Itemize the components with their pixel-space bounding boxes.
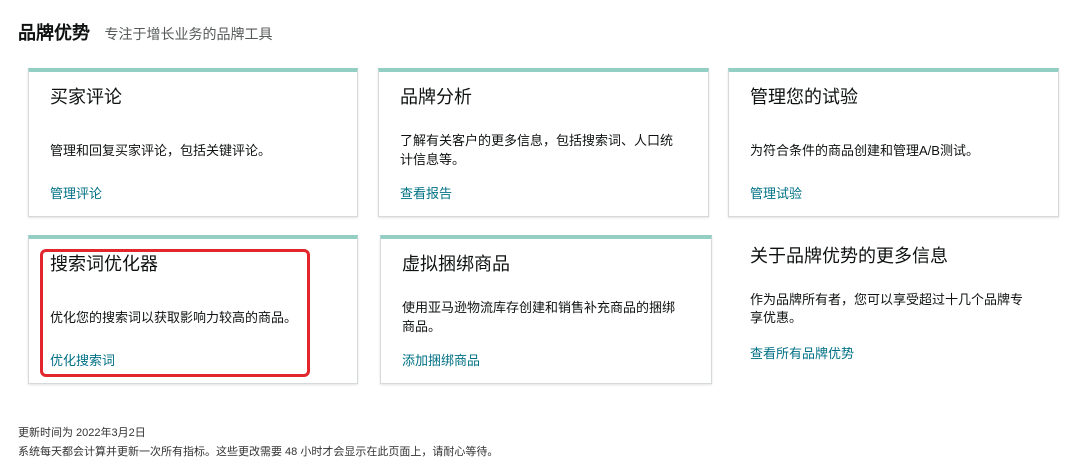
card-description-text: 了解有关客户的更多信息，包括搜索词、人口统计信息等。 bbox=[400, 133, 674, 167]
card-search-term-optimizer: 搜索词优化器 优化您的搜索词以获取影响力较高的商品。 优化搜索词 bbox=[28, 235, 358, 384]
card-title: 虚拟捆绑商品 bbox=[402, 254, 510, 274]
card-description: 优化您的搜索词以获取影响力较高的商品。 bbox=[50, 295, 336, 339]
manage-reviews-link[interactable]: 管理评论 bbox=[50, 185, 102, 203]
card-description-text: 为符合条件的商品创建和管理A/B测试。 bbox=[750, 142, 979, 158]
card-description: 管理和回复买家评论，包括关键评论。 bbox=[50, 128, 336, 172]
card-brand-analytics: 品牌分析 了解有关客户的更多信息，包括搜索词、人口统计信息等。 查看报告 bbox=[378, 68, 709, 217]
card-title: 管理您的试验 bbox=[750, 87, 858, 107]
update-notice: 系统每天都会计算并更新一次所有指标。这些更改需要 48 小时才会显示在此页面上，… bbox=[18, 446, 499, 458]
more-info-description: 作为品牌所有者，您可以享受超过十几个品牌专享优惠。 bbox=[750, 292, 1024, 325]
card-description-text: 管理和回复买家评论，包括关键评论。 bbox=[50, 142, 272, 158]
card-virtual-bundles: 虚拟捆绑商品 使用亚马逊物流库存创建和销售补充商品的捆绑商品。 添加捆绑商品 bbox=[380, 235, 712, 384]
add-bundle-link[interactable]: 添加捆绑商品 bbox=[402, 352, 480, 370]
page-title: 品牌优势 bbox=[18, 23, 90, 43]
manage-experiments-link[interactable]: 管理试验 bbox=[750, 185, 802, 203]
optimize-search-terms-link[interactable]: 优化搜索词 bbox=[50, 352, 115, 370]
view-all-brand-benefits-link[interactable]: 查看所有品牌优势 bbox=[750, 345, 854, 363]
more-info-section: 关于品牌优势的更多信息 作为品牌所有者，您可以享受超过十几个品牌专享优惠。 查看… bbox=[728, 235, 1059, 363]
view-reports-link[interactable]: 查看报告 bbox=[400, 185, 452, 203]
card-title: 买家评论 bbox=[50, 87, 122, 107]
card-description-text: 使用亚马逊物流库存创建和销售补充商品的捆绑商品。 bbox=[402, 300, 676, 334]
card-description-text: 优化您的搜索词以获取影响力较高的商品。 bbox=[50, 309, 298, 325]
card-description: 了解有关客户的更多信息，包括搜索词、人口统计信息等。 bbox=[400, 128, 687, 172]
page-header: 品牌优势 专注于增长业务的品牌工具 bbox=[18, 21, 272, 45]
card-title: 品牌分析 bbox=[400, 87, 472, 107]
page-subtitle: 专注于增长业务的品牌工具 bbox=[104, 26, 273, 42]
updated-timestamp: 更新时间为 2022年3月2日 bbox=[18, 427, 146, 439]
more-info-title: 关于品牌优势的更多信息 bbox=[750, 246, 948, 266]
card-title: 搜索词优化器 bbox=[50, 254, 158, 274]
card-description: 为符合条件的商品创建和管理A/B测试。 bbox=[750, 128, 1037, 172]
card-manage-experiments: 管理您的试验 为符合条件的商品创建和管理A/B测试。 管理试验 bbox=[728, 68, 1059, 217]
page-footer: 更新时间为 2022年3月2日 系统每天都会计算并更新一次所有指标。这些更改需要… bbox=[18, 424, 498, 462]
card-description: 使用亚马逊物流库存创建和销售补充商品的捆绑商品。 bbox=[402, 295, 690, 339]
card-buyer-reviews: 买家评论 管理和回复买家评论，包括关键评论。 管理评论 bbox=[28, 68, 358, 217]
